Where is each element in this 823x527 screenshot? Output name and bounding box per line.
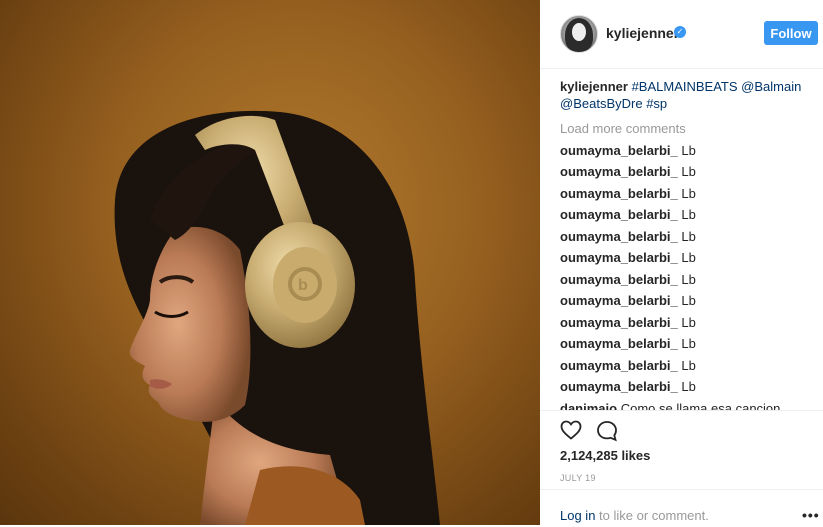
comment-item: oumayma_belarbi_ Lb — [560, 163, 815, 181]
comment-text: Lb — [681, 293, 696, 308]
comment-text: Lb — [681, 271, 696, 287]
hashtag-link[interactable]: #sp — [646, 96, 667, 111]
comment-item: oumayma_belarbi_ Lb — [560, 185, 815, 203]
load-more-comments-button[interactable]: Load more comments — [560, 120, 815, 138]
comment-item: oumayma_belarbi_ Lb — [560, 271, 815, 289]
more-options-icon[interactable]: ••• — [802, 507, 820, 523]
post-caption: kyliejenner #BALMAINBEATS @Balmain @Beat… — [560, 78, 815, 112]
mention-link[interactable]: @BeatsByDre — [560, 96, 643, 111]
comment-text: Lb — [681, 207, 696, 222]
comment-item: oumayma_belarbi_ Lb — [560, 206, 815, 224]
login-prompt: Log in to like or comment. — [560, 508, 709, 523]
post-date[interactable]: JULY 19 — [560, 473, 596, 483]
comment-username[interactable]: oumayma_belarbi_ — [560, 207, 678, 222]
comment-item: oumayma_belarbi_ Lb — [560, 335, 815, 353]
post-photo-illustration: b — [114, 110, 440, 525]
post-image[interactable]: b — [0, 0, 540, 525]
verified-badge-icon: ✓ — [674, 26, 686, 38]
comment-username[interactable]: oumayma_belarbi_ — [560, 186, 678, 201]
comment-username[interactable]: oumayma_belarbi_ — [560, 143, 678, 158]
comment-username[interactable]: oumayma_belarbi_ — [560, 358, 678, 373]
svg-text:b: b — [298, 277, 308, 294]
heart-icon[interactable] — [559, 418, 583, 442]
post-actions: 2,124,285 likes JULY 19 Log in to like o… — [540, 410, 823, 526]
comment-username[interactable]: oumayma_belarbi_ — [560, 272, 678, 287]
comment-item: oumayma_belarbi_ Lb — [560, 249, 815, 267]
comment-text: Lb — [681, 142, 696, 158]
comment-item: oumayma_belarbi_ Lb — [560, 378, 815, 396]
login-link[interactable]: Log in — [560, 508, 595, 523]
comment-username[interactable]: danimaio — [560, 401, 617, 411]
avatar[interactable] — [560, 15, 598, 53]
post-side-panel: kyliejenner ✓ Follow kyliejenner #BALMAI… — [540, 0, 823, 525]
avatar-face — [572, 23, 586, 41]
comment-text: Lb — [681, 336, 696, 351]
caption-author[interactable]: kyliejenner — [560, 79, 628, 94]
comment-text: Lb — [681, 250, 696, 265]
comment-item: oumayma_belarbi_ Lb — [560, 142, 815, 160]
comment-text: Como se llama esa cancion — [620, 400, 781, 411]
comment-username[interactable]: oumayma_belarbi_ — [560, 336, 678, 351]
username-link[interactable]: kyliejenner — [606, 25, 679, 41]
comment-item: oumayma_belarbi_ Lb — [560, 357, 815, 375]
comment-text: Lb — [681, 314, 696, 330]
comment-text: Lb — [681, 357, 696, 373]
comment-username[interactable]: oumayma_belarbi_ — [560, 229, 678, 244]
follow-button[interactable]: Follow — [764, 21, 818, 45]
comment-text: Lb — [681, 379, 696, 394]
comment-bubble-icon[interactable] — [595, 419, 619, 443]
comment-username[interactable]: oumayma_belarbi_ — [560, 293, 678, 308]
comments-list[interactable]: kyliejenner #BALMAINBEATS @Balmain @Beat… — [560, 78, 815, 410]
comment-text: Lb — [681, 228, 696, 244]
comment-item: oumayma_belarbi_ Lb — [560, 228, 815, 246]
hashtag-link[interactable]: #BALMAINBEATS — [632, 79, 738, 94]
comment-username[interactable]: oumayma_belarbi_ — [560, 315, 678, 330]
likes-count[interactable]: 2,124,285 likes — [560, 448, 650, 463]
comment-login-bar: Log in to like or comment. ••• — [540, 489, 823, 527]
login-prompt-text: to like or comment. — [595, 508, 709, 523]
post-header: kyliejenner ✓ Follow — [540, 0, 823, 69]
comment-item: oumayma_belarbi_ Lb — [560, 292, 815, 310]
comment-username[interactable]: oumayma_belarbi_ — [560, 379, 678, 394]
comment-text: Lb — [681, 185, 696, 201]
comment-item: oumayma_belarbi_ Lb — [560, 314, 815, 332]
comment-username[interactable]: oumayma_belarbi_ — [560, 250, 678, 265]
comment-item: danimaio Como se llama esa cancion — [560, 400, 815, 411]
mention-link[interactable]: @Balmain — [741, 79, 801, 94]
comment-username[interactable]: oumayma_belarbi_ — [560, 164, 678, 179]
comment-text: Lb — [681, 164, 696, 179]
